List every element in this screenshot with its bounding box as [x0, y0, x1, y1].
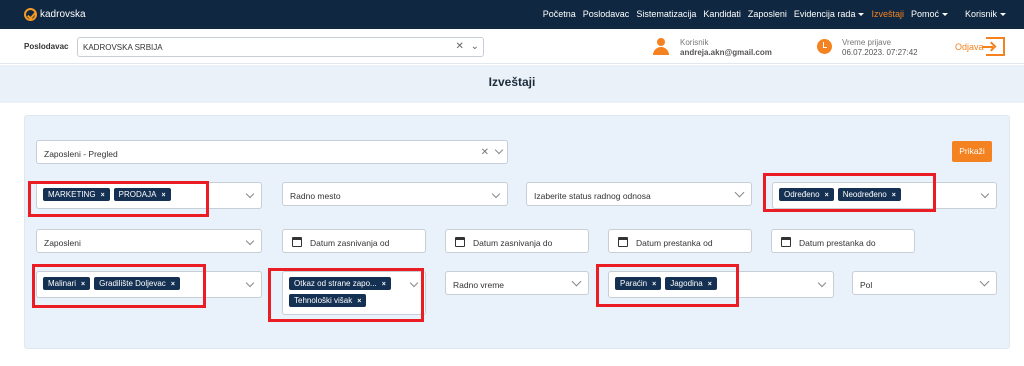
clock-icon: [817, 39, 832, 54]
report-type-value: Zaposleni - Pregled: [44, 149, 118, 159]
chevron-down-icon[interactable]: [245, 236, 255, 246]
date-end-from-placeholder: Datum prestanka od: [636, 238, 713, 248]
employer-label: Poslodavac: [24, 42, 69, 51]
nav-item-label: Korisnik: [964, 9, 997, 19]
logout-link[interactable]: Odjava: [955, 42, 984, 52]
gender-placeholder: Pol: [860, 280, 873, 290]
show-button[interactable]: Prikaži: [952, 141, 992, 162]
work-time-placeholder: Radno vreme: [453, 280, 505, 290]
nav-item-label: Evidencija rada: [793, 9, 856, 19]
highlight-box: [268, 268, 424, 322]
gender-select[interactable]: Pol: [852, 271, 997, 295]
employer-value: KADROVSKA SRBIJA: [83, 43, 163, 52]
chevron-down-icon[interactable]: [979, 276, 990, 287]
nav-item-poslodavac[interactable]: Poslodavac: [583, 9, 630, 19]
nav-item-zaposleni[interactable]: Zaposleni: [748, 9, 787, 19]
chevron-down-icon[interactable]: [571, 276, 582, 287]
date-hire-to-placeholder: Datum zasnivanja do: [473, 238, 553, 248]
nav-item-kandidati[interactable]: Kandidati: [703, 9, 741, 19]
calendar-icon: [455, 237, 465, 247]
chevron-down-icon[interactable]: [734, 187, 745, 198]
work-time-select[interactable]: Radno vreme: [445, 271, 589, 295]
brand-logo[interactable]: kadrovska: [24, 8, 86, 21]
chevron-down-icon[interactable]: [491, 189, 501, 199]
nav-item-evidencija-rada[interactable]: Evidencija rada: [794, 9, 865, 19]
report-type-select[interactable]: Zaposleni - Pregled ✕: [36, 140, 508, 164]
calendar-icon: [781, 237, 791, 247]
login-time-value: 06.07.2023. 07:27:42: [842, 48, 918, 57]
highlight-box: [28, 181, 209, 217]
employment-status-placeholder: Izaberite status radnog odnosa: [534, 191, 651, 201]
user-email: andreja.akn@gmail.com: [680, 48, 772, 57]
checkmark-logo-icon: [24, 8, 37, 21]
employees-select[interactable]: Zaposleni: [36, 229, 262, 253]
date-end-to-input[interactable]: Datum prestanka do: [771, 229, 915, 253]
employees-placeholder: Zaposleni: [44, 238, 81, 248]
highlight-box: [32, 264, 206, 308]
date-end-to-placeholder: Datum prestanka do: [799, 238, 876, 248]
caret-down-icon: [941, 13, 948, 17]
user-label: Korisnik: [680, 38, 709, 47]
employment-status-select[interactable]: Izaberite status radnog odnosa: [526, 182, 752, 206]
page-title: Izveštaji: [488, 75, 536, 89]
highlight-box: [763, 173, 936, 212]
date-hire-to-input[interactable]: Datum zasnivanja do: [445, 229, 589, 253]
clear-icon[interactable]: ✕: [455, 41, 463, 52]
login-time-label: Vreme prijave: [842, 38, 892, 47]
caret-down-icon: [858, 13, 865, 17]
nav-item-korisnik[interactable]: Korisnik: [965, 9, 1006, 19]
caret-down-icon: [1000, 13, 1006, 17]
logout-icon[interactable]: [982, 37, 1005, 56]
nav-item-pocetna[interactable]: Početna: [543, 9, 576, 19]
main-menu: Početna Poslodavac Sistematizacija Kandi…: [543, 9, 1006, 19]
top-navbar: kadrovska Početna Poslodavac Sistematiza…: [0, 0, 1024, 29]
work-position-select[interactable]: Radno mesto: [282, 182, 508, 206]
nav-item-pomoc[interactable]: Pomoć: [911, 9, 948, 19]
chevron-down-icon[interactable]: ⌄: [471, 41, 479, 52]
nav-item-label: Pomoć: [910, 9, 939, 19]
chevron-down-icon[interactable]: [494, 145, 504, 155]
employer-select[interactable]: KADROVSKA SRBIJA ✕ ⌄: [77, 37, 484, 57]
clear-icon[interactable]: ✕: [481, 147, 489, 158]
nav-item-izvestaji[interactable]: Izveštaji: [871, 9, 904, 19]
user-icon: [653, 38, 669, 56]
date-end-from-input[interactable]: Datum prestanka od: [608, 229, 752, 253]
date-hire-from-input[interactable]: Datum zasnivanja od: [282, 229, 426, 253]
calendar-icon: [618, 237, 628, 247]
work-position-placeholder: Radno mesto: [290, 191, 341, 201]
highlight-box: [596, 264, 739, 307]
nav-item-sistematizacija[interactable]: Sistematizacija: [636, 9, 696, 19]
brand-name: kadrovska: [40, 9, 86, 20]
date-hire-from-placeholder: Datum zasnivanja od: [310, 238, 390, 248]
calendar-icon: [292, 237, 302, 247]
select-controls: ✕ ⌄: [455, 41, 479, 52]
